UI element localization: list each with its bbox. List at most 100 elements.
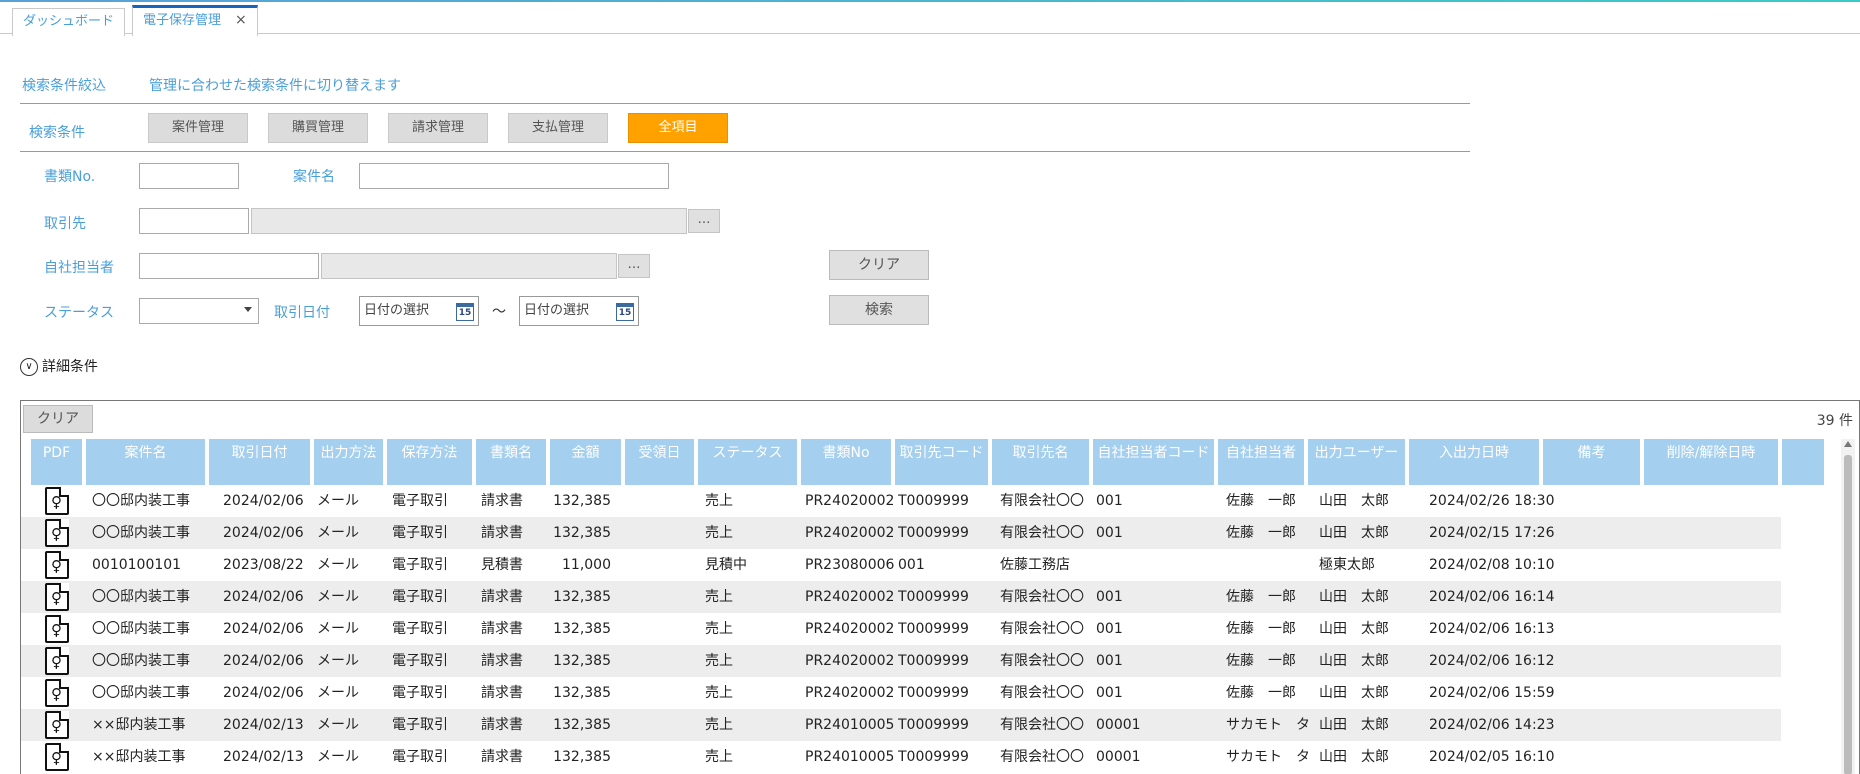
column-header[interactable]: 保存方法 <box>387 439 474 485</box>
cell-amount: 132,385 <box>553 717 611 733</box>
cell-docno: PR24020002 <box>805 493 895 509</box>
pdf-icon[interactable]: ♀ <box>45 519 69 547</box>
pdf-icon[interactable]: ♀ <box>45 679 69 707</box>
tab-dashboard[interactable]: ダッシュボード <box>12 8 126 36</box>
cell-pcode: T0009999 <box>898 525 969 541</box>
column-header[interactable]: 入出力日時 <box>1409 439 1541 485</box>
pdf-icon[interactable]: ♀ <box>45 647 69 675</box>
cell-date: 2024/02/06 <box>223 493 304 509</box>
calendar-icon[interactable]: 15 <box>616 303 634 321</box>
column-header[interactable]: 自社担当者 <box>1218 439 1306 485</box>
scroll-up-icon[interactable] <box>1844 441 1852 447</box>
calendar-icon[interactable]: 15 <box>456 303 474 321</box>
staff-lookup-button[interactable]: … <box>618 254 650 278</box>
cell-datetime: 2024/02/05 16:10 <box>1429 749 1555 765</box>
table-row[interactable]: ♀ 〇〇邸内装工事 2024/02/06 メール 電子取引 請求書 132,385 売上 PR2… <box>21 677 1781 709</box>
scroll-thumb[interactable] <box>1844 455 1852 774</box>
cell-amount: 11,000 <box>562 557 611 573</box>
pdf-icon[interactable]: ♀ <box>45 711 69 739</box>
column-header[interactable]: 案件名 <box>86 439 207 485</box>
category-all-button[interactable]: 全項目 <box>628 113 728 143</box>
cell-received <box>631 517 701 549</box>
category-project-button[interactable]: 案件管理 <box>148 113 248 143</box>
column-header[interactable]: 出力方法 <box>314 439 385 485</box>
date-from-picker[interactable]: 日付の選択 15 <box>359 296 479 326</box>
status-select[interactable] <box>139 298 259 324</box>
table-row[interactable]: ♀ 〇〇邸内装工事 2024/02/06 メール 電子取引 請求書 132,385 売上 PR2… <box>21 613 1781 645</box>
pdf-glyph: ♀ <box>51 493 62 511</box>
grid-clear-button[interactable]: クリア <box>23 405 93 433</box>
column-header[interactable]: 出力ユーザー <box>1308 439 1407 485</box>
cell-pcode: T0009999 <box>898 749 969 765</box>
cell-storage: 電子取引 <box>392 685 448 701</box>
date-to-picker[interactable]: 日付の選択 15 <box>519 296 639 326</box>
column-header[interactable]: 書類No <box>801 439 893 485</box>
cell-project: 〇〇邸内装工事 <box>92 525 190 541</box>
category-purchase-button[interactable]: 購買管理 <box>268 113 368 143</box>
table-row[interactable]: ♀ ××邸内装工事 2024/02/13 メール 電子取引 請求書 132,385 売上 PR2… <box>21 709 1781 741</box>
cell-storage: 電子取引 <box>392 557 448 573</box>
cell-storage: 電子取引 <box>392 717 448 733</box>
pdf-glyph: ♀ <box>51 749 62 767</box>
cell-docno: PR24020002 <box>805 621 895 637</box>
cell-date: 2024/02/13 <box>223 717 304 733</box>
column-header[interactable]: 取引日付 <box>209 439 312 485</box>
column-header[interactable]: 削除/解除日時 <box>1644 439 1780 485</box>
cell-project: 〇〇邸内装工事 <box>92 621 190 637</box>
cell-pname: 有限会社〇〇 <box>1000 685 1084 701</box>
table-row[interactable]: ♀ 0010100101 2023/08/22 メール 電子取引 見積書 11,000 見積中… <box>21 549 1781 581</box>
category-billing-button[interactable]: 請求管理 <box>388 113 488 143</box>
table-row[interactable]: ♀ ××邸内装工事 2024/02/13 メール 電子取引 請求書 132,385 売上 PR2… <box>21 741 1781 773</box>
column-header[interactable]: 書類名 <box>476 439 548 485</box>
cell-scode: 001 <box>1096 525 1123 541</box>
cell-received <box>631 485 701 517</box>
category-payment-button[interactable]: 支払管理 <box>508 113 608 143</box>
column-header[interactable]: PDF <box>31 439 84 485</box>
cell-datetime: 2024/02/15 17:26 <box>1429 525 1555 541</box>
vertical-scrollbar[interactable] <box>1841 439 1855 774</box>
pdf-icon[interactable]: ♀ <box>45 487 69 515</box>
table-row[interactable]: ♀ 〇〇邸内装工事 2024/02/06 メール 電子取引 請求書 132,385 売上 PR2… <box>21 517 1781 549</box>
cell-docno: PR24010005 <box>805 749 895 765</box>
close-icon[interactable]: × <box>235 12 247 28</box>
staff-name-field <box>321 253 617 279</box>
staff-code-input[interactable] <box>139 253 319 279</box>
cell-staff: 佐藤 一郎 <box>1226 621 1296 637</box>
column-header[interactable]: 受領日 <box>625 439 696 485</box>
partner-code-input[interactable] <box>139 208 249 234</box>
cell-project: 〇〇邸内装工事 <box>92 493 190 509</box>
pdf-icon[interactable]: ♀ <box>45 551 69 579</box>
cell-status: 売上 <box>705 493 733 509</box>
cell-staff: 佐藤 一郎 <box>1226 653 1296 669</box>
pdf-icon[interactable]: ♀ <box>45 615 69 643</box>
detail-conditions-toggle[interactable]: ∨ 詳細条件 <box>20 356 98 376</box>
column-header[interactable]: 金額 <box>550 439 623 485</box>
column-header[interactable]: 自社担当者コード <box>1093 439 1216 485</box>
project-name-input[interactable] <box>359 163 669 189</box>
cell-user: 山田 太郎 <box>1319 749 1389 765</box>
pdf-icon[interactable]: ♀ <box>45 743 69 771</box>
result-count: 39 件 <box>1816 413 1853 429</box>
table-row[interactable]: ♀ 〇〇邸内装工事 2024/02/06 メール 電子取引 請求書 132,385 売上 PR2… <box>21 645 1781 677</box>
cell-docno: PR24020002 <box>805 685 895 701</box>
cell-amount: 132,385 <box>553 749 611 765</box>
tab-label: 電子保存管理 <box>143 13 222 28</box>
clear-button[interactable]: クリア <box>829 250 929 280</box>
cell-output: メール <box>317 685 359 701</box>
date-separator: 〜 <box>492 304 506 320</box>
doc-no-input[interactable] <box>139 163 239 189</box>
column-header[interactable]: 取引先コード <box>895 439 990 485</box>
cell-scode: 001 <box>1096 589 1123 605</box>
search-button[interactable]: 検索 <box>829 295 929 325</box>
table-row[interactable]: ♀ 〇〇邸内装工事 2024/02/06 メール 電子取引 請求書 132,385 売上 PR2… <box>21 485 1781 517</box>
column-header[interactable]: ステータス <box>698 439 799 485</box>
partner-lookup-button[interactable]: … <box>688 209 720 233</box>
column-header[interactable]: 備考 <box>1543 439 1642 485</box>
table-row[interactable]: ♀ 〇〇邸内装工事 2024/02/06 メール 電子取引 請求書 132,385 売上 PR2… <box>21 581 1781 613</box>
pdf-icon[interactable]: ♀ <box>45 583 69 611</box>
tab-e-storage[interactable]: 電子保存管理 × <box>132 5 258 36</box>
cell-amount: 132,385 <box>553 653 611 669</box>
cell-output: メール <box>317 493 359 509</box>
cell-amount: 132,385 <box>553 493 611 509</box>
column-header[interactable]: 取引先名 <box>992 439 1091 485</box>
